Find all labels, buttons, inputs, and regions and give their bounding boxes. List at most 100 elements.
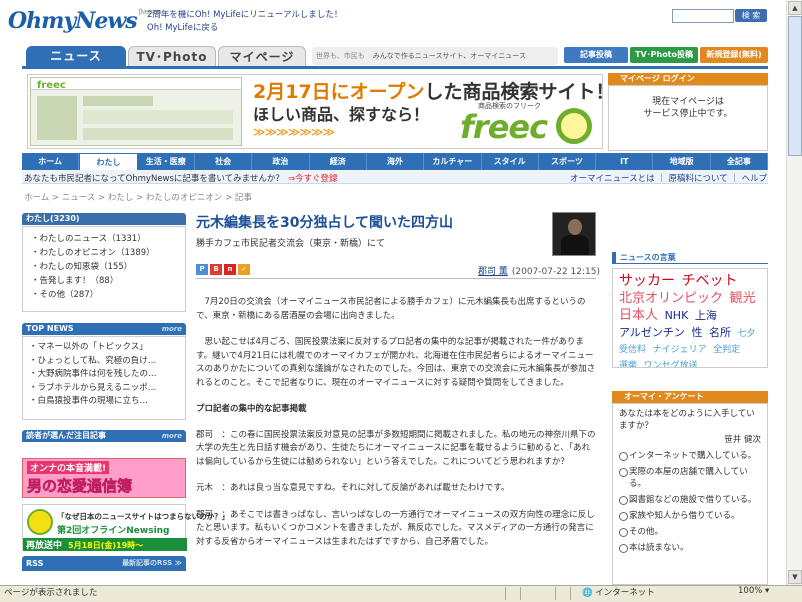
category-tab[interactable]: スポーツ (539, 153, 597, 170)
keyword-link[interactable]: NHK (665, 309, 689, 322)
enquete-options: インターネットで購入している。実際の本屋の店舗で購入している。図書館などの施設で… (619, 450, 761, 554)
search-button[interactable]: 検 索 (735, 9, 767, 22)
category-tab[interactable]: 生活・医療 (138, 153, 195, 170)
article-paragraph: 思い起こせば4月ごろ、国民投票法案に反対するプロ記者の集中的な記事が掲載されたー… (196, 337, 596, 388)
article-divider (196, 278, 596, 279)
category-tab[interactable]: スタイル (482, 153, 539, 170)
banner-arrows: ≫≫≫≫≫≫≫ (253, 125, 335, 139)
watashi-menu-item[interactable]: ・わたしのオピニオン（1389） (31, 246, 185, 260)
search-input[interactable] (672, 9, 734, 23)
news-keywords-cloud: サッカー チベット 北京オリンピック 観光 日本人 NHK 上海 アルゼンチン … (612, 268, 768, 368)
enquete-option-radio[interactable]: 実際の本屋の店舗で購入している。 (619, 466, 761, 490)
category-tab[interactable]: 社会 (195, 153, 253, 170)
tab-mypage[interactable]: マイページ (218, 46, 306, 66)
reader-pick-title: 読者が選んだ注目記事 more (22, 430, 186, 442)
enquete-option-radio[interactable]: 図書館などの施設で借りている。 (619, 494, 761, 506)
watashi-menu-item[interactable]: ・わたしの知恵袋（155） (31, 260, 185, 274)
category-tab[interactable]: わたし (79, 153, 138, 170)
register-now-link[interactable]: ⇒今すぐ登録 (288, 174, 338, 184)
keyword-link[interactable]: ワンセグ放送 (644, 361, 698, 367)
freec-shot-logo: freec (37, 80, 66, 91)
top-news-item[interactable]: ・ひょっとして私、究極の負け… (29, 355, 185, 369)
print-icon[interactable]: P (196, 264, 208, 275)
newsing-ad[interactable]: 「なぜ日本のニュースサイトはつまらないのか？」 第2回オフラインNewsing … (22, 504, 229, 551)
love-report-ad[interactable]: オンナの本音満載! 男の恋愛通信簿 (22, 458, 186, 498)
keyword-link[interactable]: 受信料 (619, 345, 646, 355)
citizen-reporter-prompt: あなたも市民記者になってOhmyNewsに記事を書いてみませんか？ ⇒今すぐ登録 (24, 172, 338, 184)
category-tab[interactable]: 地域版 (653, 153, 711, 170)
ad2-date: 5月18日(金)19時～ (68, 541, 144, 550)
reader-pick-more-link[interactable]: more (162, 430, 182, 442)
category-tab[interactable]: IT (596, 153, 654, 170)
enquete-option-radio[interactable]: 家族や知人から借りている。 (619, 510, 761, 522)
ohmynews-logo[interactable]: OhmyNews βversion (8, 8, 162, 34)
watashi-menu-item[interactable]: ・その他（287） (31, 288, 185, 302)
post-article-button[interactable]: 記事投稿 (564, 47, 628, 63)
keyword-link[interactable]: 北京オリンピック (619, 291, 723, 306)
keyword-link[interactable]: 全判定 (713, 345, 740, 355)
watashi-menu-item[interactable]: ・告発します！（88） (31, 274, 185, 288)
zoom-level[interactable]: 100% ▾ (738, 586, 769, 596)
category-tab[interactable]: 経済 (310, 153, 367, 170)
enquete-option-radio[interactable]: インターネットで購入している。 (619, 450, 761, 462)
announce-back-link[interactable]: Oh! MyLifeに戻る (147, 22, 342, 35)
author-link[interactable]: 郡司 薫 (478, 267, 508, 277)
article-paragraph: 郡司 ：あそこでは書きっぱなし、言いっぱなしの一方通行でオーマイニュースの双方向… (196, 509, 595, 547)
keyword-link[interactable]: チベット (682, 273, 738, 289)
slogan-text: みんなで作るニュースサイト、オーマイニュース (372, 52, 526, 60)
ad1-main-text: 男の恋愛通信簿 (27, 477, 133, 496)
keyword-link[interactable]: 日本人 (619, 308, 658, 323)
banner-headline-rest: した商品検索サイト！ (424, 81, 615, 103)
bookmark-icon[interactable]: B (210, 264, 222, 275)
article-date: (2007-07-22 12:15) (511, 267, 600, 277)
tab-news[interactable]: ニュース (26, 46, 126, 66)
top-news-item[interactable]: ・白鳥猿投事件の現場に立ち… (29, 395, 185, 409)
category-tab[interactable]: 政治 (252, 153, 310, 170)
category-tab[interactable]: カルチャー (424, 153, 482, 170)
keyword-link[interactable]: 選挙 (619, 361, 637, 367)
post-tvphoto-button[interactable]: TV･Photo投稿 (630, 47, 698, 63)
enquete-option-radio[interactable]: 本は読まない。 (619, 542, 761, 554)
ad2-rerun-bar: 再放送中 5月18日(金)19時～ (23, 538, 187, 551)
rss-title: RSS 最新記事のRSS ≫ (22, 556, 186, 571)
keyword-link[interactable]: 性 (691, 326, 702, 339)
chevron-down-icon: ▾ (762, 586, 770, 596)
keyword-link[interactable]: サッカー (619, 273, 675, 289)
category-tab[interactable]: ホーム (22, 153, 80, 170)
top-news-more-link[interactable]: more (162, 323, 182, 335)
keyword-link[interactable]: 観光 (730, 291, 756, 306)
tab-tvphoto[interactable]: TV･Photo (128, 46, 216, 66)
rss-latest-link[interactable]: 最新記事のRSS ≫ (122, 556, 182, 571)
top-news-item[interactable]: ・ラブホテルから見えるニッポ… (29, 382, 185, 396)
enquete-option-radio[interactable]: その他。 (619, 526, 761, 538)
help-links[interactable]: オーマイニュースとは ｜ 原稿料について ｜ ヘルプ (570, 172, 767, 184)
top-news-item[interactable]: ・マネー以外の「トピックス」 (29, 341, 185, 355)
check-icon[interactable]: ✓ (238, 264, 250, 275)
breadcrumb[interactable]: ホーム > ニュース > わたし > わたしのオピニオン > 記事 (24, 191, 252, 203)
news-keywords-title: ニュースの言葉 (612, 252, 768, 264)
keyword-link[interactable]: アルゼンチン (619, 326, 685, 339)
category-tab[interactable]: 海外 (367, 153, 425, 170)
scroll-up-icon[interactable]: ▲ (788, 1, 802, 15)
security-zone: 🌐 インターネット (582, 586, 655, 598)
keyword-link[interactable]: 七夕 (738, 329, 756, 339)
keyword-link[interactable]: 上海 (695, 309, 717, 322)
keyword-link[interactable]: 名所 (709, 326, 731, 339)
announce-renewal-link[interactable]: 2周年を機にOh! MyLifeにリニューアルしました！ (147, 9, 342, 22)
register-button[interactable]: 新規登録(無料) (700, 47, 768, 63)
newsing-mascot-icon (27, 509, 53, 535)
keyword-link[interactable]: ナイジェリア (653, 345, 707, 355)
article-tools: P Bn ✓ (196, 264, 252, 275)
top-news-list: ・マネー以外の「トピックス」 ・ひょっとして私、究極の負け… ・大野病院事件は何を残… (22, 336, 186, 420)
scroll-down-icon[interactable]: ▼ (788, 570, 802, 584)
scroll-thumb[interactable] (788, 16, 802, 156)
top-news-label: TOP NEWS (26, 324, 74, 333)
vertical-scrollbar[interactable]: ▲ ▼ (786, 0, 802, 585)
status-bar (0, 585, 802, 602)
category-tab[interactable]: 全記事 (711, 153, 769, 170)
zoom-value: 100% (738, 586, 763, 596)
watashi-menu-item[interactable]: ・わたしのニュース（1331） (31, 232, 185, 246)
freec-magnifier-icon (556, 108, 592, 144)
top-news-item[interactable]: ・大野病院事件は何を残したの… (29, 368, 185, 382)
news-clip-icon[interactable]: n (224, 264, 236, 275)
